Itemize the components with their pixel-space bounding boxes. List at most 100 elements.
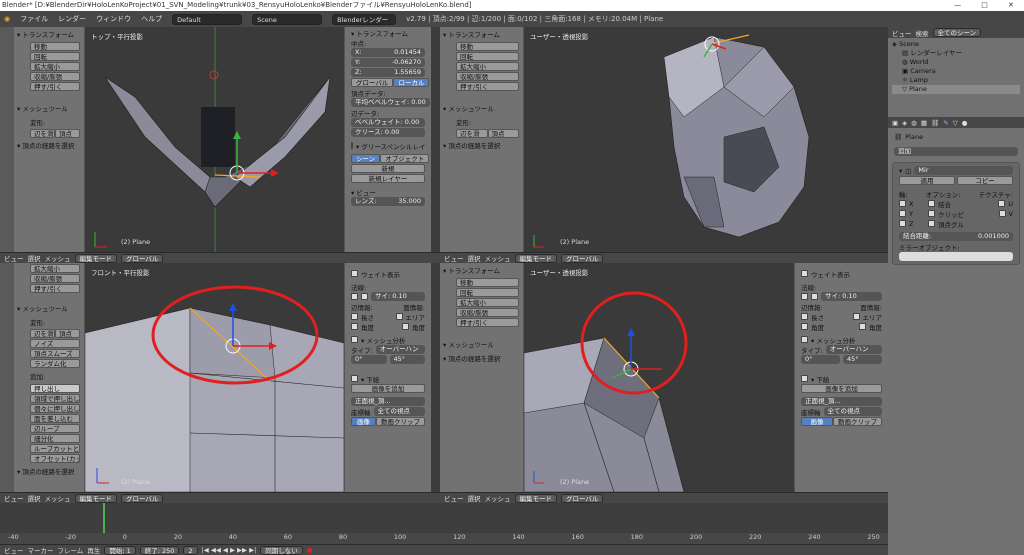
- orientation-select[interactable]: グローバル: [561, 493, 604, 503]
- timeline-view-menu[interactable]: ビュー: [4, 545, 24, 555]
- max-angle-field[interactable]: 45°: [389, 355, 425, 364]
- select-menu[interactable]: 選択: [28, 253, 41, 263]
- add-image-button[interactable]: 画像を追加: [801, 384, 882, 393]
- outliner-item-scene[interactable]: ◈ Scene: [892, 40, 1020, 49]
- constraint-icon[interactable]: ⛓: [931, 119, 939, 127]
- background-item[interactable]: 正面視_頂...: [801, 397, 882, 406]
- viewport-user-bottom[interactable]: ユーザー・透視投影 (2) Plane: [524, 263, 794, 492]
- edge-slide-button[interactable]: 辺を滑: [456, 129, 488, 138]
- axis-select[interactable]: 全ての視点: [823, 407, 882, 416]
- vertex-slide-button[interactable]: 頂点: [55, 329, 80, 338]
- min-angle-field[interactable]: 0°: [351, 355, 387, 364]
- mesh-analysis-header[interactable]: ▾ メッシュ分析: [811, 335, 855, 345]
- modifier-wrench-icon[interactable]: ✎: [943, 119, 948, 127]
- orientation-select[interactable]: グローバル: [121, 493, 164, 503]
- transform-header[interactable]: ▾ トランスフォーム: [440, 27, 523, 41]
- data-icon[interactable]: ▽: [953, 119, 958, 127]
- merge-distance-field[interactable]: 結合距離: 0.001000: [899, 232, 1013, 241]
- length-checkbox[interactable]: [351, 313, 358, 320]
- background-checkbox[interactable]: [351, 375, 358, 382]
- edge-slide-button[interactable]: 辺を滑: [30, 129, 55, 138]
- angle-edge-checkbox[interactable]: [351, 323, 358, 330]
- operator-panel[interactable]: ▾ 頂点の経路を選択: [440, 351, 523, 365]
- extrude-individual-button[interactable]: 個々に押し出し: [30, 404, 80, 413]
- normal-face-checkbox[interactable]: [361, 293, 368, 300]
- select-menu[interactable]: 選択: [468, 493, 481, 503]
- transform-header[interactable]: ▾ トランスフォーム: [440, 263, 523, 277]
- engine-select[interactable]: Blenderレンダー: [332, 13, 397, 25]
- extrude-button[interactable]: 押し出し: [30, 384, 80, 393]
- normal-vertex-checkbox[interactable]: [351, 293, 358, 300]
- material-icon[interactable]: ●: [962, 119, 968, 127]
- view-menu[interactable]: ビュー: [4, 493, 24, 503]
- axis-y-checkbox[interactable]: [899, 210, 906, 217]
- blender-logo-icon[interactable]: ◉: [4, 15, 10, 23]
- grease-pencil-checkbox[interactable]: [351, 142, 353, 149]
- shrink-button[interactable]: 収縮/膨張: [30, 274, 80, 283]
- new-layer-button[interactable]: 新規レイヤー: [351, 174, 425, 183]
- menu-render[interactable]: レンダー: [58, 14, 86, 24]
- record-icon[interactable]: ●: [307, 546, 313, 554]
- outliner-item-render-layers[interactable]: ▤ レンダーレイヤー: [892, 49, 1020, 58]
- crease-field[interactable]: クリース: 0.00: [351, 128, 425, 137]
- push-pull-button[interactable]: 押す/引く: [30, 82, 80, 91]
- image-button[interactable]: 画像: [351, 417, 376, 426]
- view-menu[interactable]: ビュー: [444, 253, 464, 263]
- outliner-item-world[interactable]: ◍ World: [892, 58, 1020, 67]
- maximize-button[interactable]: □: [981, 0, 988, 11]
- scene-icon[interactable]: ◈: [902, 119, 907, 127]
- area-checkbox[interactable]: [852, 313, 860, 320]
- mesh-tools-header[interactable]: ▾ メッシュツール: [14, 101, 84, 115]
- move-button[interactable]: 移動: [30, 42, 80, 51]
- median-y-field[interactable]: Y: -0.06270: [351, 58, 425, 67]
- view-menu[interactable]: ビュー: [444, 493, 464, 503]
- menu-help[interactable]: ヘルプ: [141, 14, 162, 24]
- timeline-track[interactable]: [0, 503, 888, 533]
- select-menu[interactable]: 選択: [28, 493, 41, 503]
- orientation-select[interactable]: グローバル: [121, 253, 164, 263]
- mesh-tools-header[interactable]: ▾ メッシュツール: [440, 101, 523, 115]
- gp-scene-button[interactable]: シーン: [351, 154, 381, 163]
- gp-new-button[interactable]: 新規: [351, 164, 425, 173]
- scale-button[interactable]: 拡大縮小: [456, 62, 519, 71]
- smooth-vertex-button[interactable]: 頂点スムーズ: [30, 349, 80, 358]
- mesh-tools-header[interactable]: ▾ メッシュツール: [440, 337, 523, 351]
- inset-button[interactable]: 面を差し込む: [30, 414, 80, 423]
- max-angle-field[interactable]: 45°: [843, 355, 882, 364]
- start-frame-field[interactable]: 開始: 1: [104, 545, 136, 555]
- minimize-button[interactable]: —: [954, 0, 961, 11]
- min-angle-field[interactable]: 0°: [801, 355, 840, 364]
- angle-face-checkbox[interactable]: [402, 323, 409, 330]
- shrink-button[interactable]: 収縮/膨張: [456, 72, 519, 81]
- background-checkbox[interactable]: [801, 375, 808, 382]
- scale-button[interactable]: 拡大縮小: [456, 298, 519, 307]
- transform-panel-header[interactable]: ▾ トランスフォーム: [351, 28, 425, 38]
- edge-loop-button[interactable]: 辺ループ: [30, 424, 80, 433]
- rotate-button[interactable]: 回転: [456, 52, 519, 61]
- mirror-object-field[interactable]: [899, 252, 1013, 261]
- view-menu[interactable]: ビュー: [4, 253, 24, 263]
- outliner-search-menu[interactable]: 検索: [916, 28, 929, 38]
- mode-select[interactable]: 編集モード: [514, 493, 557, 503]
- object-icon[interactable]: ▦: [921, 119, 927, 127]
- extrude-region-button[interactable]: 領域で押し出し: [30, 394, 80, 403]
- weight-display-checkbox[interactable]: [801, 270, 808, 277]
- transform-header[interactable]: ▾ トランスフォーム: [14, 27, 84, 41]
- viewport-user-top[interactable]: ユーザー・透視投影 (2) Plane: [524, 27, 888, 252]
- timeline[interactable]: -40 -20 0 20 40 60 80 100 120 140 160 180 200 220 240 2…: [0, 503, 888, 555]
- mode-select[interactable]: 編集モード: [514, 253, 557, 263]
- push-pull-button[interactable]: 押す/引く: [456, 82, 519, 91]
- scale-button[interactable]: 拡大縮小: [30, 62, 80, 71]
- expand-icon[interactable]: ▾: [899, 167, 902, 175]
- vgroup-checkbox[interactable]: [928, 220, 935, 227]
- end-frame-field[interactable]: 終了: 250: [139, 545, 180, 555]
- add-modifier-select[interactable]: 追加: [894, 147, 1018, 156]
- image-button[interactable]: 画像: [801, 417, 833, 426]
- sync-select[interactable]: 同期しない: [260, 545, 303, 555]
- type-select[interactable]: オーバーハン: [375, 345, 425, 354]
- rotate-button[interactable]: 回転: [456, 288, 519, 297]
- modifier-name-field[interactable]: Mir: [914, 166, 1013, 175]
- bevel-weight-field[interactable]: 平均ベベルウェイ: 0.00: [351, 98, 430, 107]
- gp-object-button[interactable]: オブジェクト: [380, 154, 430, 163]
- scale-button[interactable]: 拡大縮小: [30, 264, 80, 273]
